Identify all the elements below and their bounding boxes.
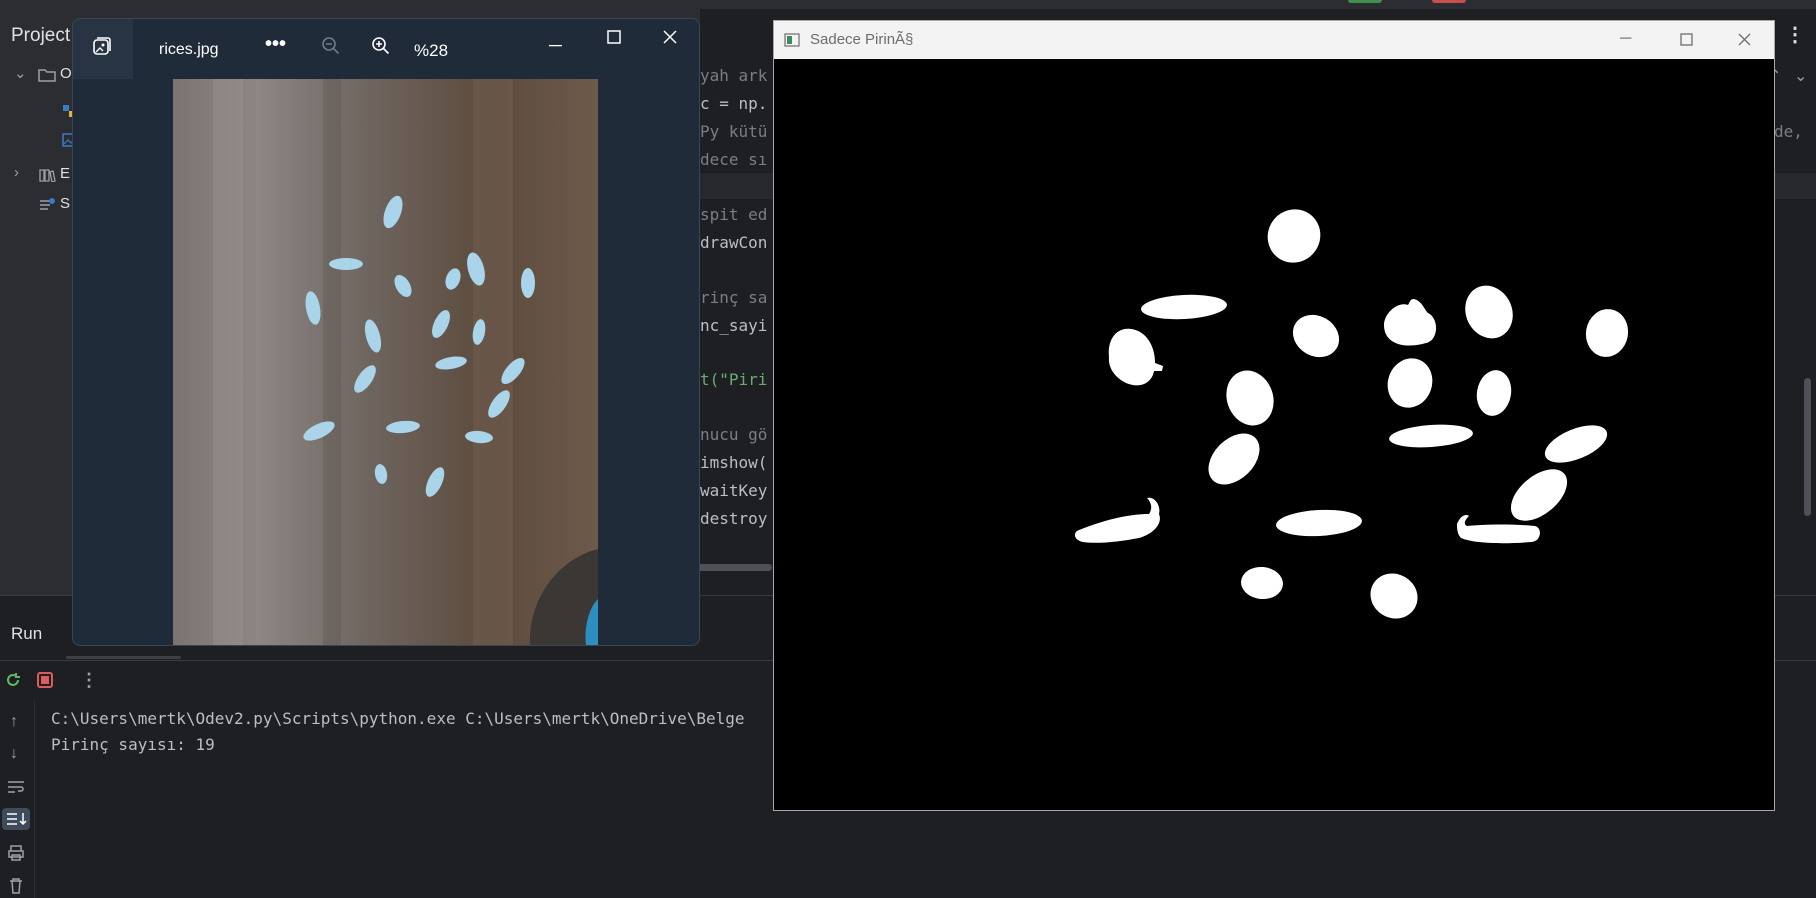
arrow-up-icon[interactable]: ↑ [10, 714, 18, 730]
see-more-button[interactable]: ••• [265, 33, 286, 56]
code-line: dece sı [700, 150, 768, 169]
vertical-scrollbar[interactable] [1804, 378, 1811, 516]
opencv-result-window: Sadece PirinÃ§ ─ [773, 20, 1775, 811]
code-line: drawCon [700, 233, 768, 252]
close-button[interactable] [663, 30, 677, 44]
trash-icon[interactable] [8, 877, 24, 894]
window-title: Sadece PirinÃ§ [810, 31, 914, 48]
run-output-command: C:\Users\mertk\Odev2.py\Scripts\python.e… [51, 709, 745, 728]
file-name: rices.jpg [159, 41, 219, 58]
window-titlebar[interactable]: Sadece PirinÃ§ ─ [774, 21, 1774, 59]
rice-photo [173, 79, 598, 645]
chevron-down-icon[interactable]: ⌄ [14, 64, 27, 82]
rice-mask-blobs [1074, 209, 1629, 619]
run-title[interactable]: Run [11, 624, 42, 644]
run-indicator [1348, 0, 1382, 3]
tree-label-scratches: S [60, 195, 71, 212]
photos-app-icon [93, 37, 111, 55]
zoom-out-icon[interactable] [321, 36, 341, 56]
maximize-button[interactable] [607, 30, 621, 44]
minimize-button[interactable]: ─ [1620, 31, 1631, 47]
stop-indicator [1432, 0, 1466, 3]
code-line: rinç sa [700, 288, 768, 307]
run-side-toolbar: ↑ ↓ [0, 700, 35, 898]
code-line: nucu gö [700, 425, 768, 444]
top-toolbar [0, 0, 1816, 9]
zoom-in-icon[interactable] [371, 36, 391, 56]
tree-label-external: E [60, 165, 71, 182]
code-line: yah ark [700, 66, 768, 85]
code-line: Py kütü [700, 122, 768, 141]
code-line: t("Piri [700, 370, 768, 389]
library-icon [39, 169, 56, 182]
stop-icon[interactable] [37, 672, 53, 688]
binary-mask-canvas [774, 59, 1774, 810]
close-button[interactable] [1738, 33, 1751, 46]
code-line: imshow( [700, 453, 768, 472]
run-tab-indicator [66, 656, 181, 659]
arrow-down-icon[interactable]: ↓ [10, 746, 18, 762]
minimize-button[interactable]: ─ [549, 36, 562, 54]
zoom-level[interactable]: %28 [414, 41, 448, 61]
run-output-result: Pirinç sayısı: 19 [51, 735, 215, 754]
opencv-window-icon [784, 33, 800, 47]
code-line: waitKey [700, 481, 768, 500]
photos-viewer-window: rices.jpg ••• %28 ─ [72, 18, 700, 646]
maximize-button[interactable] [1680, 33, 1693, 46]
rice-grains [303, 195, 598, 645]
code-line: nc_sayi [700, 316, 768, 335]
scratches-icon [40, 198, 55, 210]
scroll-to-end-icon[interactable] [2, 808, 30, 830]
print-icon[interactable] [7, 845, 25, 861]
rerun-icon[interactable] [4, 671, 22, 689]
horizontal-scrollbar[interactable] [690, 564, 772, 571]
code-line: spit ed [700, 205, 768, 224]
project-title[interactable]: Project [11, 25, 70, 47]
chevron-down-icon[interactable]: ⌄ [1794, 66, 1807, 86]
code-line: destroy [700, 509, 768, 528]
folder-icon [38, 69, 56, 82]
soft-wrap-icon[interactable] [6, 779, 26, 795]
more-options-icon[interactable]: ⋮ [1785, 25, 1805, 45]
chevron-right-icon[interactable]: › [14, 164, 19, 181]
more-options-icon[interactable]: ⋮ [80, 671, 98, 689]
photos-app-icon-box [73, 19, 133, 79]
tree-label-root: O [60, 65, 72, 82]
code-line-right-edge: de, [1774, 122, 1803, 141]
code-line: c = np. [700, 94, 768, 113]
